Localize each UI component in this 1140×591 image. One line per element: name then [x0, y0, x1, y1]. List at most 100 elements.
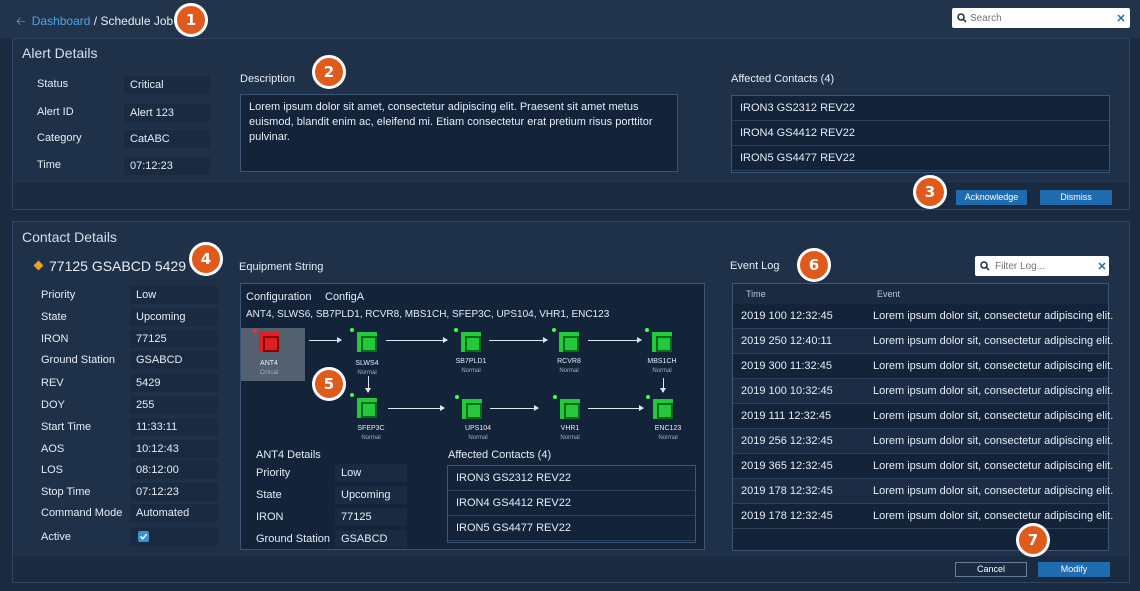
sfep3c-node-icon[interactable] [357, 398, 377, 418]
mbs1ch-node-icon[interactable] [652, 332, 672, 352]
rcvr8-node-label: RCVR8 [557, 358, 581, 365]
contact-stop-time-value: 07:12:23 [130, 483, 218, 501]
rcvr8-node-icon[interactable] [559, 332, 579, 352]
table-row[interactable]: 2019 365 12:32:45 Lorem ipsum dolor sit, … [733, 454, 1113, 479]
checkmark-icon [139, 533, 148, 540]
table-row[interactable]: 2019 256 12:32:45 Lorem ipsum dolor sit, … [733, 429, 1113, 454]
description-text[interactable]: Lorem ipsum dolor sit amet, consectetur … [240, 94, 678, 172]
modify-button[interactable]: Modify [1038, 562, 1110, 577]
ant4-priority-value: Low [335, 464, 407, 482]
slws4-node-icon[interactable] [357, 332, 377, 352]
event-log-table: Time Event 2019 100 12:32:45 Lorem ipsum … [732, 283, 1113, 551]
list-item[interactable]: IRON3 GS2312 REV22 [448, 466, 695, 491]
back-arrow-icon[interactable]: 🡠 [16, 14, 26, 28]
list-item[interactable]: IRON4 GS4412 REV22 [448, 491, 695, 516]
connector-arrow [386, 337, 448, 343]
event-time: 2019 365 12:32:45 [741, 460, 833, 472]
breadcrumb-dashboard-link[interactable]: Dashboard [32, 14, 91, 28]
ant4-details-title: ANT4 Details [256, 449, 321, 461]
event-log-header: Time Event [733, 284, 1108, 304]
clear-filter-icon[interactable] [1098, 262, 1106, 270]
cancel-button[interactable]: Cancel [955, 562, 1027, 577]
connector-arrow [489, 337, 548, 343]
contact-iron-label: IRON [41, 333, 69, 345]
ups104-node-status: Normal [468, 435, 488, 441]
list-item[interactable]: IRON3 GS2312 REV22 [732, 96, 1109, 121]
event-text: Lorem ipsum dolor sit, consectetur adipi… [873, 410, 1114, 422]
ant4-state-value: Upcoming [335, 486, 407, 504]
table-row[interactable]: 2019 250 12:40:11 Lorem ipsum dolor sit, … [733, 329, 1113, 354]
search-box[interactable] [952, 8, 1130, 28]
dismiss-button[interactable]: Dismiss [1040, 190, 1112, 205]
contact-command-mode-value: Automated [130, 504, 218, 522]
table-row[interactable]: 2019 178 12:32:45 Lorem ipsum dolor sit, … [733, 479, 1113, 504]
col-time-header[interactable]: Time [746, 284, 766, 304]
sfep3c-status-dot [350, 393, 354, 397]
event-time: 2019 178 12:32:45 [741, 510, 833, 522]
filter-log-box[interactable] [975, 256, 1109, 276]
breadcrumb-current: Schedule Job [100, 14, 174, 28]
ups104-node-icon[interactable] [462, 399, 482, 419]
contact-rev-value: 5429 [130, 374, 218, 392]
alert-status-value: Critical [124, 76, 210, 94]
sb7pld1-status-dot [454, 328, 458, 332]
acknowledge-button[interactable]: Acknowledge [956, 190, 1027, 205]
contact-los-label: LOS [41, 464, 64, 476]
contact-name: 77125 GSABCD 5429 [49, 258, 186, 274]
contact-start-time-value: 11:33:11 [130, 418, 218, 436]
contact-active-label: Active [41, 531, 71, 543]
description-label: Description [240, 73, 296, 85]
col-event-header[interactable]: Event [877, 284, 900, 304]
callout-badge-5: 5 [312, 367, 346, 401]
table-row[interactable]: 2019 300 11:32:45 Lorem ipsum dolor sit, … [733, 354, 1113, 379]
connector-arrow [388, 405, 445, 411]
sb7pld1-node-icon[interactable] [461, 332, 481, 352]
event-log-title: Event Log [730, 260, 780, 272]
event-time: 2019 100 12:32:45 [741, 310, 833, 322]
active-checkbox[interactable] [138, 531, 149, 542]
ant4-iron-label: IRON [256, 511, 284, 523]
list-item[interactable]: IRON4 GS4412 REV22 [732, 121, 1109, 146]
contact-aos-value: 10:12:43 [130, 440, 218, 458]
enc123-status-dot [646, 395, 650, 399]
contact-doy-label: DOY [41, 399, 65, 411]
event-time: 2019 111 12:32:45 [741, 410, 832, 422]
table-row[interactable]: 2019 100 12:32:45 Lorem ipsum dolor sit, … [733, 304, 1113, 329]
mbs1ch-node-status: Normal [652, 368, 672, 374]
ant4-status-dot [253, 329, 257, 333]
ups104-status-dot [455, 395, 459, 399]
list-item[interactable]: IRON5 GS4477 REV22 [732, 146, 1109, 171]
event-time: 2019 300 11:32:45 [741, 360, 832, 372]
ant4-node-status: Critical [259, 370, 279, 376]
callout-badge-3: 3 [913, 175, 947, 209]
alert-time-value: 07:12:23 [124, 157, 210, 175]
vhr1-node-icon[interactable] [560, 399, 580, 419]
table-row[interactable]: 2019 178 12:32:45 Lorem ipsum dolor sit, … [733, 504, 1113, 529]
sb7pld1-node-label: SB7PLD1 [455, 358, 487, 365]
event-text: Lorem ipsum dolor sit, consectetur adipi… [873, 385, 1114, 397]
search-input[interactable] [970, 10, 1110, 26]
slws4-node-label: SLWS4 [355, 360, 379, 367]
table-row[interactable]: 2019 100 10:32:45 Lorem ipsum dolor sit, … [733, 379, 1113, 404]
contact-stop-time-label: Stop Time [41, 486, 91, 498]
mbs1ch-node-label: MBS1CH [647, 358, 677, 365]
filter-log-input[interactable] [995, 258, 1090, 274]
alert-details-title: Alert Details [22, 45, 98, 61]
contact-los-value: 08:12:00 [130, 461, 218, 479]
list-item[interactable]: IRON5 GS4477 REV22 [448, 516, 695, 541]
event-time: 2019 178 12:32:45 [741, 485, 833, 497]
event-log-rows: 2019 100 12:32:45 Lorem ipsum dolor sit, … [733, 304, 1113, 529]
table-row[interactable]: 2019 111 12:32:45 Lorem ipsum dolor sit, … [733, 404, 1113, 429]
event-time: 2019 100 10:32:45 [741, 385, 833, 397]
ant4-iron-value: 77125 [335, 508, 407, 526]
configuration-label: Configuration [246, 291, 312, 303]
enc123-node-icon[interactable] [653, 399, 673, 419]
callout-badge-1: 1 [174, 3, 208, 37]
alert-status-label: Status [37, 78, 69, 90]
clear-search-icon[interactable] [1117, 14, 1125, 22]
enc123-node-status: Normal [658, 435, 678, 441]
alert-affected-contacts-label: Affected Contacts (4) [731, 73, 835, 85]
rcvr8-node-status: Normal [559, 368, 579, 374]
ant4-node-icon[interactable] [259, 332, 279, 352]
equipment-string-list: ANT4, SLWS6, SB7PLD1, RCVR8, MBS1CH, SFE… [246, 309, 610, 320]
